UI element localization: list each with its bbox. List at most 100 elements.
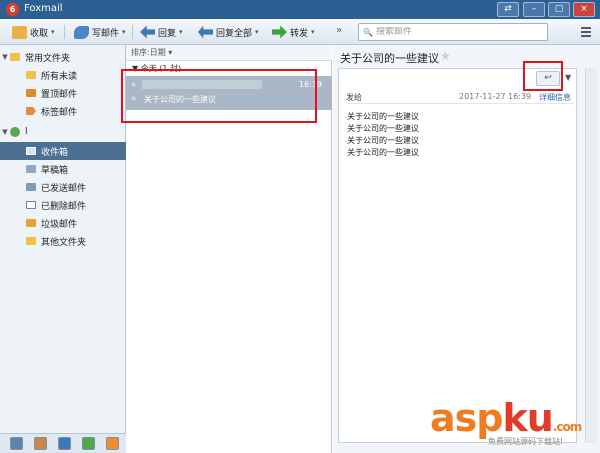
reply-all-label: 回复全部 xyxy=(216,28,253,39)
forward-arrow-icon xyxy=(272,25,287,39)
sidebar-item-drafts[interactable]: 草稿箱 xyxy=(0,160,126,178)
contacts-icon[interactable] xyxy=(34,437,47,450)
detail-link[interactable]: 详细信息 xyxy=(539,92,571,103)
folder-sidebar: ▼ 常用文件夹 所有未读 置顶邮件 标签邮件 ▼ l 收件箱 草稿箱 已发送邮件… xyxy=(0,45,126,453)
close-button[interactable]: × xyxy=(573,2,595,17)
receive-label: 收取 xyxy=(30,28,49,39)
folder-icon xyxy=(26,237,36,245)
folder-icon xyxy=(10,53,20,61)
toolbar-divider xyxy=(132,25,133,39)
scrollbar[interactable] xyxy=(585,68,597,443)
sent-icon xyxy=(26,183,36,191)
toolbar: 收取 ▾ 写邮件 ▾ 回复 ▾ 回复全部 ▾ 转发 ▾ » 🔍 xyxy=(0,19,600,45)
star-icon[interactable]: ★ xyxy=(440,49,451,63)
watermark-asp: asp xyxy=(430,396,503,440)
watermark-slogan: 免费网站源码下载站! xyxy=(488,437,564,446)
sidebar-item-label: 所有未读 xyxy=(41,71,78,82)
search-input[interactable] xyxy=(375,27,536,37)
chevron-down-icon[interactable]: ▾ xyxy=(122,28,126,36)
drafts-icon xyxy=(26,165,36,173)
mailbox-icon xyxy=(12,25,27,39)
sidebar-item-label: 其他文件夹 xyxy=(41,237,87,248)
reading-pane: 关于公司的一些建议 ★ ↩ ▼ 发给 2017-11-27 16:39 详细信息… xyxy=(333,45,600,453)
body-line: 关于公司的一些建议 xyxy=(347,112,419,121)
tag-icon xyxy=(26,107,36,115)
notes-icon[interactable] xyxy=(82,437,95,450)
more-tools-button[interactable]: » xyxy=(336,25,342,36)
account-icon xyxy=(10,127,20,137)
reply-button[interactable]: 回复 ▾ xyxy=(140,23,183,41)
mail-view-icon[interactable] xyxy=(10,437,23,450)
sidebar-item-label: 草稿箱 xyxy=(41,165,69,176)
body-line: 关于公司的一些建议 xyxy=(347,124,419,133)
watermark-logo: aspku.com 免费网站源码下载站! xyxy=(430,396,582,447)
reply-arrow-icon xyxy=(140,25,155,39)
folder-icon xyxy=(26,71,36,79)
sidebar-item-other[interactable]: 其他文件夹 xyxy=(0,232,126,250)
chevron-down-icon[interactable]: ▾ xyxy=(168,48,172,57)
sidebar-item-inbox[interactable]: 收件箱 xyxy=(0,142,126,160)
toolbar-divider xyxy=(64,25,65,39)
chevron-down-icon[interactable]: ▾ xyxy=(311,28,315,36)
expand-icon[interactable]: ▼ xyxy=(0,53,10,61)
chevron-down-icon[interactable]: ▾ xyxy=(255,28,259,36)
expand-icon[interactable]: ▼ xyxy=(0,128,10,136)
inbox-icon xyxy=(26,147,36,155)
search-box[interactable]: 🔍 xyxy=(358,23,548,41)
sidebar-item-tagged[interactable]: 标签邮件 xyxy=(0,102,126,120)
sidebar-item-label: 收件箱 xyxy=(41,147,69,158)
chevron-down-icon[interactable]: ▼ xyxy=(565,73,571,82)
sidebar-item-label: 垃圾邮件 xyxy=(41,219,78,230)
foxmail-logo-icon: 6 xyxy=(6,3,19,16)
receive-button[interactable]: 收取 ▾ xyxy=(12,23,55,41)
common-folder-header[interactable]: ▼ 常用文件夹 xyxy=(0,48,126,66)
sidebar-item-pinned[interactable]: 置顶邮件 xyxy=(0,84,126,102)
chevron-down-icon[interactable]: ▾ xyxy=(51,28,55,36)
rss-icon[interactable] xyxy=(106,437,119,450)
mail-date: 2017-11-27 16:39 xyxy=(459,92,532,101)
watermark-tld: .com xyxy=(552,420,582,434)
mail-meta: 发给 2017-11-27 16:39 详细信息 xyxy=(346,90,574,104)
sidebar-item-sent[interactable]: 已发送邮件 xyxy=(0,178,126,196)
calendar-icon[interactable] xyxy=(58,437,71,450)
sidebar-item-label: 置顶邮件 xyxy=(41,89,78,100)
trash-icon xyxy=(26,201,36,209)
highlight-box xyxy=(523,61,563,91)
sidebar-item-deleted[interactable]: 已删除邮件 xyxy=(0,196,126,214)
reply-all-button[interactable]: 回复全部 ▾ xyxy=(198,23,259,41)
pin-folder-icon xyxy=(26,89,36,97)
highlight-box xyxy=(121,69,317,123)
chevron-down-icon[interactable]: ▾ xyxy=(179,28,183,36)
sort-bar[interactable]: 排序:日期 ▾ xyxy=(126,45,332,61)
pen-icon xyxy=(74,25,89,39)
maximize-button[interactable]: ▢ xyxy=(548,2,570,17)
sort-label: 排序:日期 xyxy=(131,48,166,57)
body-line: 关于公司的一些建议 xyxy=(347,148,419,157)
restore-icon[interactable]: ⇄ xyxy=(497,2,519,17)
sidebar-item-label: 已删除邮件 xyxy=(41,201,87,212)
reply-all-arrow-icon xyxy=(198,25,213,39)
watermark-ku: ku xyxy=(502,396,553,440)
title-bar: 6 Foxmail ⇄ – ▢ × xyxy=(0,0,600,19)
mail-title: 关于公司的一些建议 xyxy=(340,52,439,65)
search-icon: 🔍 xyxy=(363,27,373,37)
forward-label: 转发 xyxy=(290,28,309,39)
mail-card: ↩ ▼ 发给 2017-11-27 16:39 详细信息 关于公司的一些建议 关… xyxy=(338,68,577,443)
sidebar-item-all-unread[interactable]: 所有未读 xyxy=(0,66,126,84)
main-menu-icon[interactable] xyxy=(577,24,595,40)
recipient-label: 发给 xyxy=(346,93,362,102)
compose-label: 写邮件 xyxy=(92,28,120,39)
account-header[interactable]: ▼ l xyxy=(0,123,126,141)
app-title: Foxmail xyxy=(24,3,63,14)
sidebar-bottom-bar xyxy=(0,433,126,453)
common-folder-label: 常用文件夹 xyxy=(25,53,71,64)
body-line: 关于公司的一些建议 xyxy=(347,136,419,145)
sidebar-item-label: 已发送邮件 xyxy=(41,183,87,194)
spam-icon xyxy=(26,219,36,227)
reply-label: 回复 xyxy=(158,28,177,39)
sidebar-item-label: 标签邮件 xyxy=(41,107,78,118)
minimize-button[interactable]: – xyxy=(523,2,545,17)
sidebar-item-spam[interactable]: 垃圾邮件 xyxy=(0,214,126,232)
compose-button[interactable]: 写邮件 ▾ xyxy=(74,23,126,41)
forward-button[interactable]: 转发 ▾ xyxy=(272,23,315,41)
